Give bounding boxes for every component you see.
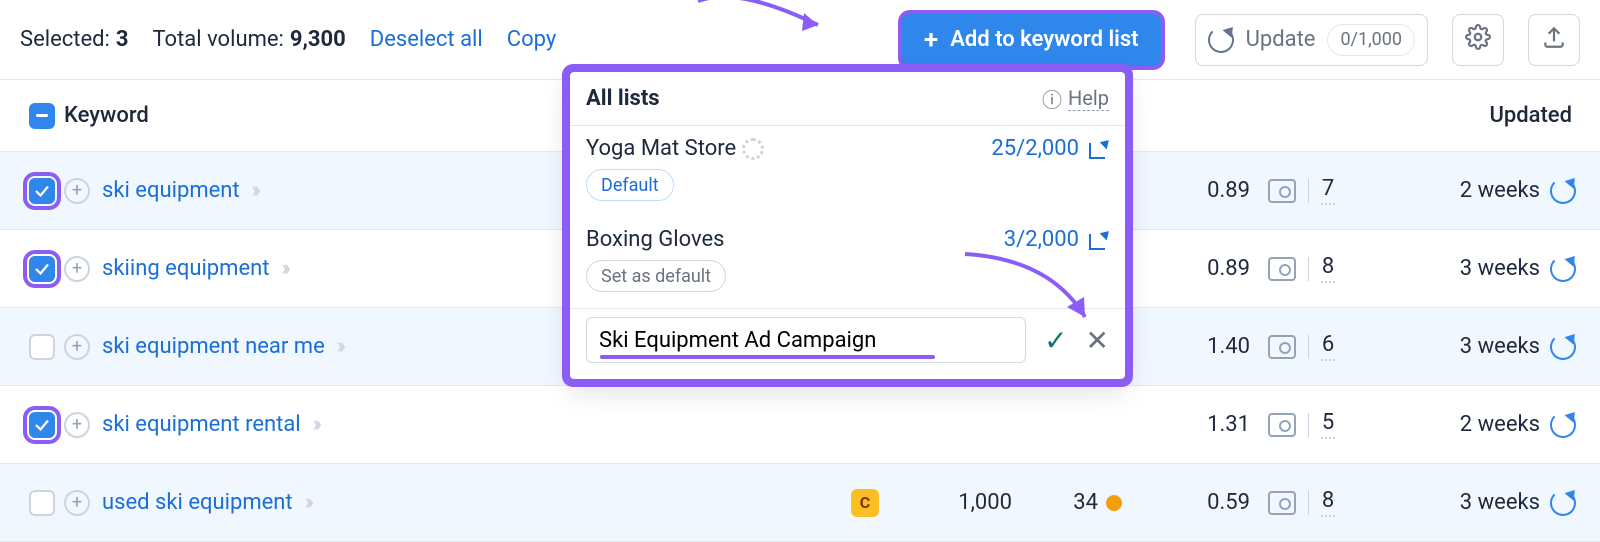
sf-value[interactable]: 6	[1321, 332, 1335, 361]
help-label: Help	[1068, 86, 1109, 111]
selected-label: Selected:	[20, 27, 110, 52]
confirm-button[interactable]: ✓	[1044, 324, 1067, 357]
keyword-list-popover: All lists ⓘ Help Yoga Mat Store 25/2,000…	[570, 72, 1125, 379]
keyword-list-item[interactable]: Yoga Mat Store 25/2,000 Default	[570, 126, 1125, 217]
refresh-row-icon[interactable]	[1550, 334, 1576, 360]
export-button[interactable]	[1528, 14, 1580, 66]
cpc-cell: 1.40	[1140, 334, 1260, 359]
annotation-underline	[600, 355, 935, 359]
help-link[interactable]: ⓘ Help	[1042, 84, 1109, 113]
cancel-button[interactable]: ✕	[1086, 324, 1109, 357]
chevron-right-icon: ››	[252, 178, 257, 203]
deselect-all-link[interactable]: Deselect all	[370, 27, 483, 52]
updated-value: 3 weeks	[1460, 334, 1540, 359]
sf-value[interactable]: 8	[1321, 488, 1335, 517]
keyword-text: skiing equipment	[102, 256, 269, 281]
volume-value: 9,300	[290, 27, 346, 52]
kd-dot-icon	[1106, 495, 1122, 511]
expand-icon[interactable]: +	[64, 256, 90, 282]
list-name: Yoga Mat Store	[586, 136, 764, 161]
chevron-right-icon: ››	[305, 490, 310, 515]
annotation-arrow-top	[688, 0, 838, 61]
row-checkbox[interactable]	[20, 256, 64, 282]
keyword-text: ski equipment near me	[102, 334, 325, 359]
chevron-right-icon: ››	[337, 334, 342, 359]
keyword-cell[interactable]: + used ski equipment ››	[64, 490, 830, 516]
intent-badge: C	[851, 489, 879, 517]
list-badge[interactable]: Set as default	[586, 260, 726, 292]
volume-label: Total volume:	[152, 27, 283, 52]
keyword-list-item[interactable]: Boxing Gloves 3/2,000 Set as default	[570, 217, 1125, 308]
selected-value: 3	[116, 27, 129, 52]
list-ratio[interactable]: 3/2,000	[1004, 227, 1109, 252]
row-checkbox[interactable]	[20, 412, 64, 438]
popover-title: All lists	[586, 86, 660, 111]
copy-link[interactable]: Copy	[507, 27, 557, 52]
table-row: + used ski equipment ›› C 1,000 34 0.59 …	[0, 464, 1600, 542]
table-row: + ski equipment rental ›› 1.31 5 2 weeks	[0, 386, 1600, 464]
updated-value: 3 weeks	[1460, 256, 1540, 281]
action-bar: Selected: 3 Total volume: 9,300 Deselect…	[0, 0, 1600, 80]
expand-icon[interactable]: +	[64, 178, 90, 204]
keyword-text: ski equipment	[102, 178, 240, 203]
select-all-checkbox[interactable]	[20, 103, 64, 129]
volume-metric: Total volume: 9,300	[152, 27, 345, 52]
row-checkbox[interactable]	[20, 178, 64, 204]
chevron-right-icon: ››	[281, 256, 286, 281]
update-label: Update	[1246, 27, 1316, 52]
list-ratio[interactable]: 25/2,000	[991, 136, 1109, 161]
updated-value: 2 weeks	[1460, 412, 1540, 437]
keyword-text: ski equipment rental	[102, 412, 301, 437]
sf-value[interactable]: 8	[1321, 254, 1335, 283]
volume-cell: 1,000	[900, 490, 1030, 515]
export-icon	[1541, 24, 1567, 56]
info-icon: ⓘ	[1042, 84, 1062, 113]
serp-icon[interactable]	[1268, 257, 1296, 281]
refresh-row-icon[interactable]	[1550, 412, 1576, 438]
indeterminate-icon	[29, 103, 55, 129]
expand-icon[interactable]: +	[64, 334, 90, 360]
expand-icon[interactable]: +	[64, 490, 90, 516]
sf-value[interactable]: 5	[1321, 410, 1335, 439]
cpc-cell: 0.89	[1140, 178, 1260, 203]
refresh-row-icon[interactable]	[1550, 256, 1576, 282]
expand-icon[interactable]: +	[64, 412, 90, 438]
selected-metric: Selected: 3	[20, 27, 128, 52]
add-button-label: Add to keyword list	[950, 27, 1138, 52]
update-count-pill: 0/1,000	[1327, 24, 1415, 56]
add-to-keyword-list-button[interactable]: + Add to keyword list	[902, 14, 1161, 66]
list-name: Boxing Gloves	[586, 227, 725, 252]
external-link-icon	[1089, 230, 1109, 250]
serp-icon[interactable]	[1268, 335, 1296, 359]
sf-value[interactable]: 7	[1321, 176, 1335, 205]
serp-icon[interactable]	[1268, 413, 1296, 437]
gear-icon	[1465, 24, 1491, 56]
updated-value: 2 weeks	[1460, 178, 1540, 203]
chevron-right-icon: ››	[313, 412, 318, 437]
refresh-row-icon[interactable]	[1550, 490, 1576, 516]
loading-icon	[742, 138, 764, 160]
serp-icon[interactable]	[1268, 179, 1296, 203]
keyword-text: used ski equipment	[102, 490, 293, 515]
keyword-cell[interactable]: + ski equipment rental ››	[64, 412, 830, 438]
refresh-icon	[1208, 27, 1234, 53]
updated-value: 3 weeks	[1460, 490, 1540, 515]
row-checkbox[interactable]	[20, 334, 64, 360]
row-checkbox[interactable]	[20, 490, 64, 516]
kd-value: 34	[1073, 490, 1098, 515]
new-list-input-row: ✓ ✕	[570, 308, 1125, 379]
refresh-row-icon[interactable]	[1550, 178, 1576, 204]
cpc-cell: 0.89	[1140, 256, 1260, 281]
list-badge: Default	[586, 169, 674, 201]
external-link-icon	[1089, 139, 1109, 159]
serp-icon[interactable]	[1268, 491, 1296, 515]
settings-button[interactable]	[1452, 14, 1504, 66]
update-button[interactable]: Update 0/1,000	[1195, 14, 1428, 66]
cpc-cell: 1.31	[1140, 412, 1260, 437]
plus-icon: +	[924, 27, 938, 53]
cpc-cell: 0.59	[1140, 490, 1260, 515]
